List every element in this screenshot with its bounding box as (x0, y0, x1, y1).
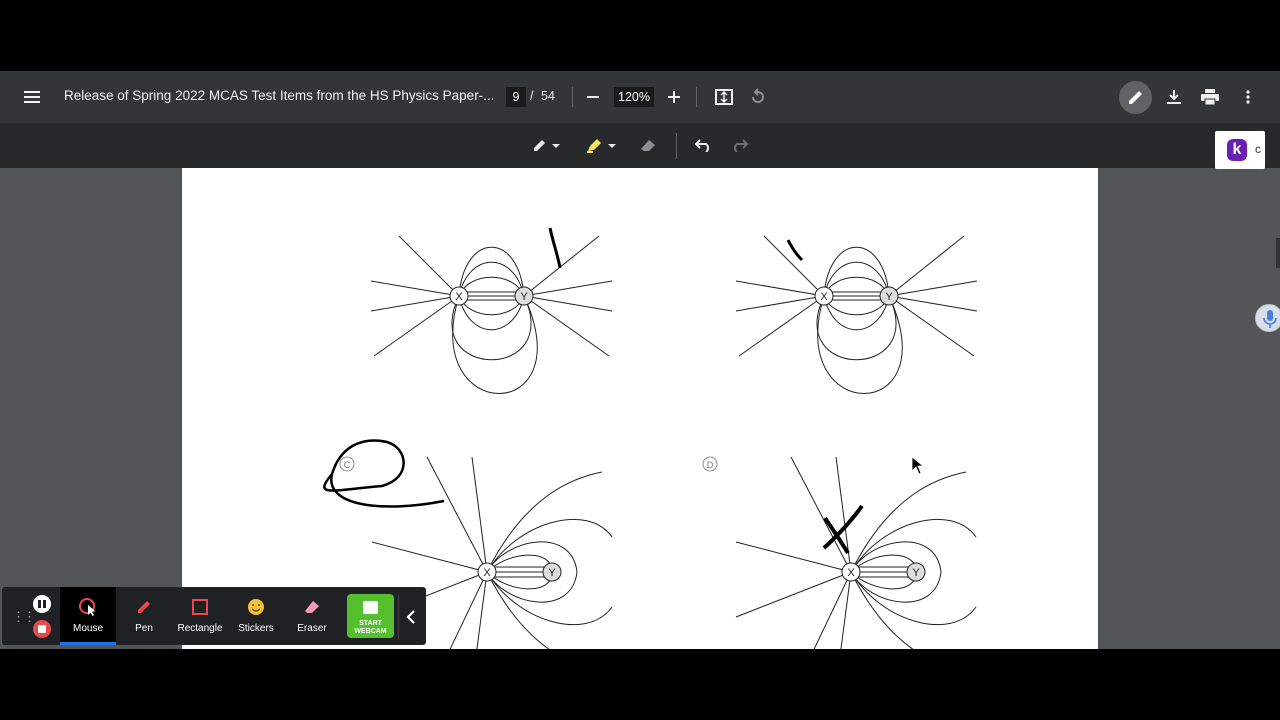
tool-label: Eraser (297, 623, 327, 634)
pause-icon[interactable] (33, 595, 51, 613)
svg-text:Y: Y (885, 291, 893, 303)
collapse-toolbar-button[interactable] (398, 595, 422, 639)
toolbar-divider (676, 133, 677, 159)
undo-icon[interactable] (694, 135, 714, 155)
draw-icon (1129, 91, 1142, 104)
pen-icon (138, 601, 150, 613)
stop-icon[interactable] (33, 620, 51, 638)
tool-stickers[interactable]: Stickers (228, 587, 284, 645)
svg-text:Y: Y (548, 567, 556, 579)
print-icon[interactable] (1200, 87, 1220, 107)
eraser-icon[interactable] (638, 135, 658, 155)
tool-pen[interactable]: Pen (116, 587, 172, 645)
pen-icon[interactable] (530, 135, 566, 155)
pdf-viewer: Release of Spring 2022 MCAS Test Items f… (0, 71, 1280, 649)
tool-label: Rectangle (177, 623, 223, 634)
annotation-toolbar (0, 123, 1280, 168)
pdf-page: X Y X Y X Y C X Y D (182, 168, 1098, 649)
rotate-icon[interactable] (748, 87, 768, 107)
side-tab[interactable] (1276, 238, 1280, 268)
toolbar-divider (572, 87, 573, 107)
webcam-label-2: WEBCAM (354, 628, 387, 635)
kami-logo-icon: k (1227, 139, 1247, 161)
microphone-icon[interactable] (1255, 304, 1280, 332)
svg-text:X: X (455, 291, 463, 303)
extension-popup[interactable]: k c (1215, 131, 1265, 169)
tool-label: Stickers (238, 623, 274, 634)
rectangle-icon (192, 599, 208, 615)
mouse-cursor-icon (79, 598, 96, 616)
eraser-icon (305, 601, 319, 613)
screen-recorder-toolbar: ⋮⋮ Mouse Pen Rectangle Stickers Eraser S… (2, 587, 426, 645)
webcam-label-1: START (359, 620, 382, 627)
more-vert-icon[interactable] (1238, 87, 1258, 107)
extension-label: c (1255, 142, 1261, 156)
chevron-left-icon (405, 610, 415, 624)
pdf-toolbar: Release of Spring 2022 MCAS Test Items f… (0, 71, 1280, 123)
svg-text:X: X (483, 567, 491, 579)
menu-icon[interactable] (18, 85, 46, 109)
zoom-out-icon[interactable] (583, 87, 603, 107)
redo-icon[interactable] (729, 135, 749, 155)
document-title: Release of Spring 2022 MCAS Test Items f… (64, 88, 495, 103)
highlighter-icon[interactable] (584, 135, 620, 155)
draw-button[interactable] (1119, 81, 1152, 114)
sticker-icon (248, 599, 264, 615)
toolbar-divider (696, 87, 697, 107)
screen: Release of Spring 2022 MCAS Test Items f… (0, 0, 1280, 720)
tool-rectangle[interactable]: Rectangle (172, 587, 228, 645)
mouse-cursor-icon (911, 456, 925, 475)
fit-page-icon[interactable] (714, 87, 734, 107)
tool-mouse[interactable]: Mouse (60, 587, 116, 645)
option-c-label: C (344, 460, 351, 470)
svg-text:X: X (847, 567, 855, 579)
svg-text:X: X (820, 291, 828, 303)
zoom-in-icon[interactable] (664, 87, 684, 107)
page-total: 54 (541, 89, 555, 103)
tool-eraser[interactable]: Eraser (284, 587, 340, 645)
page-separator: / (530, 89, 534, 103)
download-icon[interactable] (1164, 87, 1184, 107)
tool-label: Pen (135, 623, 153, 634)
svg-text:Y: Y (912, 567, 920, 579)
zoom-level-input[interactable]: 120% (614, 87, 654, 107)
start-webcam-button[interactable]: START WEBCAM (347, 594, 394, 638)
page-number-input[interactable]: 9 (506, 87, 526, 107)
option-d-label: D (707, 460, 714, 470)
tool-label: Mouse (72, 623, 103, 634)
webcam-icon (363, 601, 378, 614)
drag-handle-icon[interactable]: ⋮⋮ (12, 609, 36, 625)
svg-text:Y: Y (520, 291, 528, 303)
field-lines-diagram: X Y X Y X Y C X Y D (323, 227, 1098, 649)
